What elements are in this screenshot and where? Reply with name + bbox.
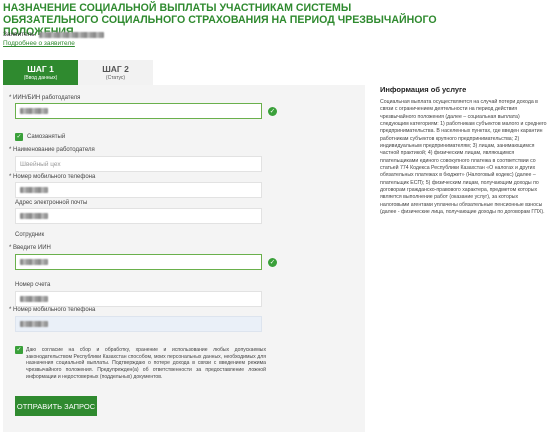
employer-phone-label: * Номер мобильного телефона <box>9 174 96 180</box>
tab-step-1-sub: (Ввод данных) <box>23 75 58 81</box>
account-label: Номер счета <box>15 282 51 288</box>
phone-redacted <box>20 321 48 327</box>
applicant-row: Заявитель: <box>3 31 105 38</box>
employer-email-input[interactable] <box>15 208 262 224</box>
tab-step-1[interactable]: ШАГ 1 (Ввод данных) <box>3 60 78 90</box>
iin-valid-icon: ✓ <box>268 258 277 267</box>
phone-input[interactable] <box>15 316 262 332</box>
account-redacted <box>20 296 48 302</box>
consent-text: Даю согласие на сбор и обработку, хранен… <box>26 347 266 380</box>
submit-request-button[interactable]: ОТПРАВИТЬ ЗАПРОС <box>15 396 97 416</box>
employer-iin-redacted <box>20 108 48 114</box>
account-input[interactable] <box>15 291 262 307</box>
applicant-name-redacted <box>39 31 105 38</box>
self-employed-label: Самозанятый <box>27 134 66 140</box>
employer-name-label: * Наименование работодателя <box>9 147 95 153</box>
employer-email-redacted <box>20 213 48 219</box>
applicant-label: Заявитель: <box>3 31 37 38</box>
service-info-text: Социальная выплата осуществляется на слу… <box>380 99 547 216</box>
employer-name-input[interactable]: Швейный цех <box>15 156 262 172</box>
employer-name-value: Швейный цех <box>20 160 61 168</box>
step-tabs: ШАГ 1 (Ввод данных) ШАГ 2 (Статус) <box>3 60 153 90</box>
employee-section-title: Сотрудник <box>15 232 45 238</box>
tab-step-2-sub: (Статус) <box>105 75 126 81</box>
tab-step-2[interactable]: ШАГ 2 (Статус) <box>78 60 153 85</box>
employer-iin-input[interactable] <box>15 103 262 119</box>
employer-iin-label: * ИИН/БИН работодателя <box>9 95 81 101</box>
iin-label: * Введите ИИН <box>9 245 51 251</box>
applicant-details-link[interactable]: Подробнее о заявителе <box>3 40 75 47</box>
iin-redacted <box>20 259 48 265</box>
tab-step-1-label: ШАГ 1 <box>27 64 54 74</box>
employer-iin-valid-icon: ✓ <box>268 107 277 116</box>
service-info-panel: Информация об услуге Социальная выплата … <box>370 85 555 432</box>
tab-step-2-label: ШАГ 2 <box>102 64 129 74</box>
service-info-title: Информация об услуге <box>380 85 467 94</box>
iin-input[interactable] <box>15 254 262 270</box>
consent-checkbox[interactable]: ✓ <box>15 346 23 354</box>
employer-phone-redacted <box>20 187 48 193</box>
employer-phone-input[interactable] <box>15 182 262 198</box>
phone-label: * Номер мобильного телефона <box>9 307 96 313</box>
employer-email-label: Адрес электронной почты <box>15 200 88 206</box>
self-employed-checkbox[interactable]: ✓ <box>15 133 23 141</box>
